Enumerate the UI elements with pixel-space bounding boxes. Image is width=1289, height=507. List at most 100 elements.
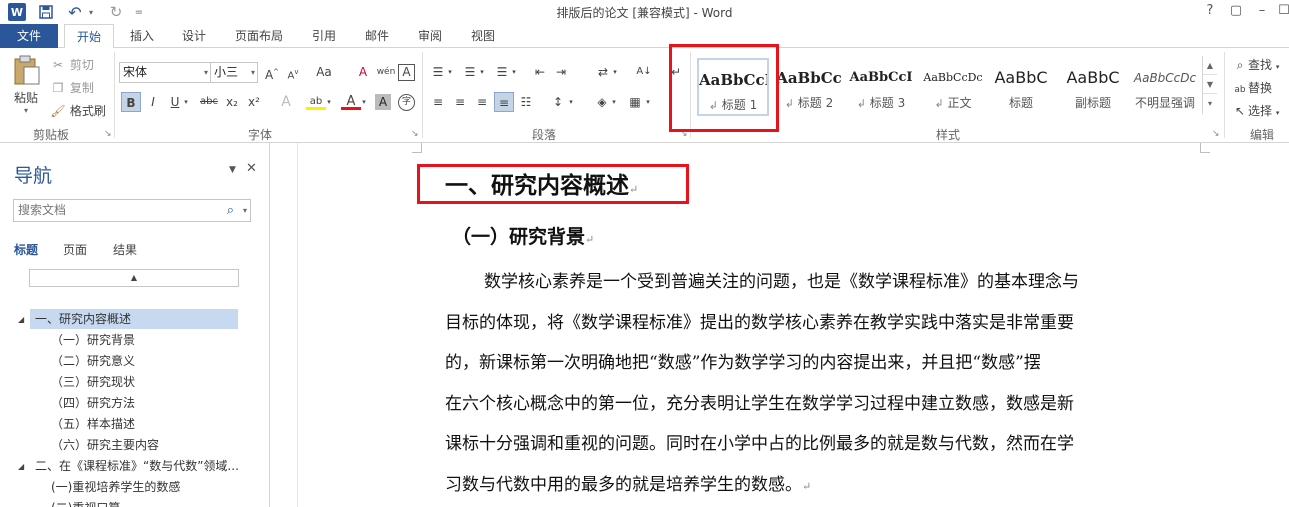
decrease-indent-icon[interactable]: ⇤ bbox=[530, 62, 550, 82]
grow-font-icon[interactable]: A^ bbox=[262, 62, 282, 82]
tab-design[interactable]: 设计 bbox=[172, 24, 216, 48]
tab-references[interactable]: 引用 bbox=[302, 24, 346, 48]
nav-tab-results[interactable]: 结果 bbox=[113, 241, 137, 258]
paste-button[interactable]: 粘贴 ▾ bbox=[8, 54, 44, 115]
superscript-button[interactable]: x² bbox=[244, 92, 264, 112]
collapse-all-bar[interactable]: ▲ bbox=[29, 269, 239, 287]
align-right-icon[interactable]: ≡ bbox=[472, 92, 492, 112]
tab-mailings[interactable]: 邮件 bbox=[355, 24, 399, 48]
outline-item[interactable]: 一、研究内容概述 bbox=[30, 309, 238, 329]
style-subtitle[interactable]: AaBbC 副标题 bbox=[1057, 58, 1129, 116]
outline-item[interactable]: 二、在《课程标准》“数与代数”领域... bbox=[35, 456, 239, 476]
nav-tab-headings[interactable]: 标题 bbox=[14, 241, 38, 258]
nav-options-icon[interactable]: ▼ bbox=[229, 165, 236, 175]
format-painter-button[interactable]: 🖌 格式刷 bbox=[50, 102, 105, 119]
font-dialog-launcher[interactable]: ↘ bbox=[411, 129, 419, 139]
paste-dropdown-icon[interactable]: ▾ bbox=[8, 106, 44, 115]
style-subtle-emphasis[interactable]: AaBbCcDc 不明显强调 bbox=[1129, 58, 1201, 116]
font-size-combo[interactable]: 小三 ▾ bbox=[210, 62, 258, 83]
expand-triangle-icon[interactable]: ◢ bbox=[18, 462, 24, 471]
styles-gallery-scroll[interactable]: ▲ ▼ ▾ bbox=[1202, 56, 1217, 114]
borders-icon[interactable]: ▦ bbox=[625, 92, 645, 112]
tab-insert[interactable]: 插入 bbox=[120, 24, 164, 48]
outline-item[interactable]: (二)重视口算 bbox=[51, 498, 120, 507]
outline-item[interactable]: （一）研究背景 bbox=[51, 330, 135, 350]
chevron-down-icon[interactable]: ▾ bbox=[243, 200, 247, 221]
styles-dialog-launcher[interactable]: ↘ bbox=[1212, 129, 1220, 139]
line-spacing-dropdown-icon[interactable]: ▾ bbox=[566, 92, 576, 112]
clear-formatting-icon[interactable]: A bbox=[353, 62, 373, 82]
highlight-icon[interactable]: ab bbox=[306, 92, 326, 110]
clipboard-dialog-launcher[interactable]: ↘ bbox=[104, 129, 112, 139]
justify-icon[interactable]: ≡ bbox=[494, 92, 514, 112]
find-button[interactable]: ⌕ 查找 ▾ bbox=[1232, 56, 1280, 73]
sort-icon[interactable]: A↓ bbox=[634, 62, 654, 82]
distributed-icon[interactable]: ☷ bbox=[516, 92, 536, 112]
tab-home[interactable]: 开始 bbox=[64, 24, 114, 49]
underline-dropdown-icon[interactable]: ▾ bbox=[181, 92, 191, 112]
align-center-icon[interactable]: ≡ bbox=[450, 92, 470, 112]
help-button[interactable]: ? bbox=[1200, 2, 1220, 20]
change-case-icon[interactable]: Aa bbox=[311, 62, 337, 82]
outline-item[interactable]: （二）研究意义 bbox=[51, 351, 135, 371]
close-icon[interactable]: ✕ bbox=[246, 161, 257, 176]
cut-button[interactable]: ✂ 剪切 bbox=[50, 56, 94, 73]
document-heading-2[interactable]: （一）研究背景↵ bbox=[452, 222, 594, 249]
outline-item[interactable]: （四）研究方法 bbox=[51, 393, 135, 413]
outline-item[interactable]: （三）研究现状 bbox=[51, 372, 135, 392]
strikethrough-button[interactable]: abc bbox=[197, 92, 221, 112]
style-normal[interactable]: AaBbCcDc ↲ 正文 bbox=[917, 58, 989, 116]
style-title[interactable]: AaBbC 标题 bbox=[985, 58, 1057, 116]
tab-file[interactable]: 文件 bbox=[0, 24, 58, 48]
search-input[interactable]: 搜索文档 ⌕ ▾ bbox=[13, 199, 251, 222]
text-effects-icon[interactable]: A bbox=[276, 92, 296, 112]
phonetic-guide-icon[interactable]: wén bbox=[376, 62, 396, 82]
tab-review[interactable]: 审阅 bbox=[408, 24, 452, 48]
copy-button[interactable]: ❐ 复制 bbox=[50, 79, 94, 96]
subscript-button[interactable]: x₂ bbox=[222, 92, 242, 112]
character-shading-icon[interactable]: A bbox=[375, 94, 391, 110]
align-left-icon[interactable]: ≡ bbox=[428, 92, 448, 112]
style-heading-3[interactable]: AaBbCcI ↲ 标题 3 bbox=[845, 58, 917, 116]
shading-dropdown-icon[interactable]: ▾ bbox=[609, 92, 619, 112]
nav-tab-pages[interactable]: 页面 bbox=[63, 241, 87, 258]
shrink-font-icon[interactable]: Av bbox=[283, 62, 303, 82]
increase-indent-icon[interactable]: ⇥ bbox=[551, 62, 571, 82]
bold-button[interactable]: B bbox=[121, 92, 141, 112]
character-border-icon[interactable]: A bbox=[398, 64, 415, 81]
cut-label: 剪切 bbox=[69, 58, 94, 72]
replace-button[interactable]: ab 替换 bbox=[1232, 79, 1272, 96]
restore-button[interactable]: ☐ bbox=[1274, 2, 1289, 20]
tab-page-layout[interactable]: 页面布局 bbox=[228, 24, 290, 48]
gallery-more-icon[interactable]: ▾ bbox=[1203, 94, 1217, 113]
body-text-line[interactable]: 在六个核心概念中的第一位，充分表明让学生在数学学习过程中建立数感，数感是新 bbox=[445, 391, 1074, 417]
bullets-dropdown-icon[interactable]: ▾ bbox=[445, 62, 455, 82]
select-button[interactable]: ↖ 选择 ▾ bbox=[1232, 102, 1279, 119]
line-spacing-icon[interactable]: ↕ bbox=[548, 92, 568, 112]
body-text-line[interactable]: 习数与代数中用的最多的就是培养学生的数感。↵ bbox=[445, 472, 811, 498]
body-text-line[interactable]: 课标十分强调和重视的问题。同时在小学中占的比例最多的就是数与代数，然而在学 bbox=[445, 431, 1074, 457]
chevron-down-icon[interactable]: ▼ bbox=[1203, 75, 1217, 94]
italic-button[interactable]: I bbox=[143, 92, 163, 112]
expand-triangle-icon[interactable]: ◢ bbox=[18, 315, 24, 324]
font-color-dropdown-icon[interactable]: ▾ bbox=[359, 92, 369, 112]
body-text-line[interactable]: 目标的体现，将《数学课程标准》提出的数学核心素养在教学实践中落实是非常重要 bbox=[445, 310, 1074, 336]
font-family-combo[interactable]: 宋体 ▾ bbox=[119, 62, 211, 83]
numbering-dropdown-icon[interactable]: ▾ bbox=[477, 62, 487, 82]
outline-item[interactable]: （六）研究主要内容 bbox=[51, 435, 159, 455]
font-color-icon[interactable]: A bbox=[341, 92, 361, 110]
chevron-up-icon[interactable]: ▲ bbox=[1203, 56, 1217, 75]
chinese-layout-dropdown-icon[interactable]: ▾ bbox=[610, 62, 620, 82]
tab-view[interactable]: 视图 bbox=[461, 24, 505, 48]
body-text-line[interactable]: 的，新课标第一次明确地把“数感”作为数学学习的内容提出来，并且把“数感”摆 bbox=[445, 350, 1041, 376]
ribbon-display-options-icon[interactable]: ▢ bbox=[1226, 2, 1246, 20]
borders-dropdown-icon[interactable]: ▾ bbox=[643, 92, 653, 112]
highlight-dropdown-icon[interactable]: ▾ bbox=[324, 92, 334, 112]
enclose-characters-icon[interactable]: 字 bbox=[398, 94, 415, 111]
minimize-button[interactable]: – bbox=[1252, 2, 1272, 20]
multilevel-dropdown-icon[interactable]: ▾ bbox=[509, 62, 519, 82]
style-heading-2[interactable]: AaBbCc ↲ 标题 2 bbox=[773, 58, 845, 116]
outline-item[interactable]: （五）样本描述 bbox=[51, 414, 135, 434]
outline-item[interactable]: (一)重视培养学生的数感 bbox=[51, 477, 180, 497]
body-text-line[interactable]: 数学核心素养是一个受到普遍关注的问题，也是《数学课程标准》的基本理念与 bbox=[484, 269, 1079, 295]
